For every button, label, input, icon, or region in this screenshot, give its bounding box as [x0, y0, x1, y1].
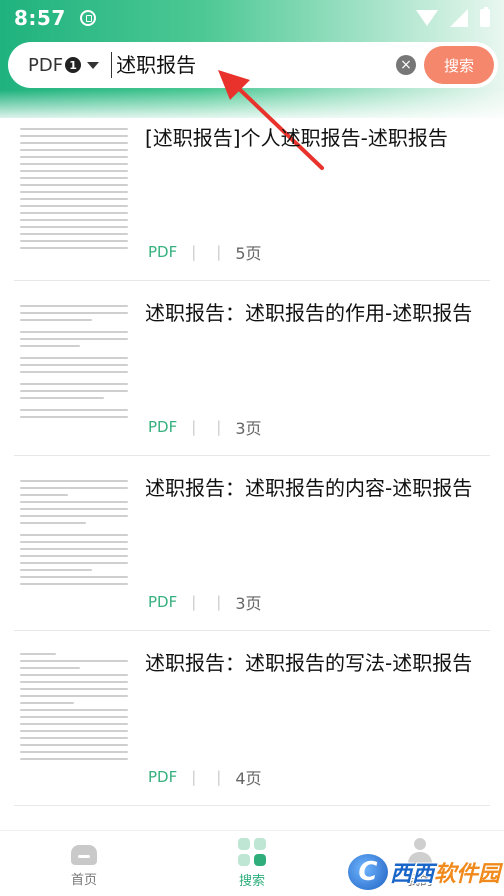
search-button[interactable]: 搜索	[424, 46, 494, 84]
home-icon	[69, 839, 99, 865]
file-type-badge: 1	[65, 57, 82, 73]
result-meta: PDF | | 3页	[148, 590, 262, 614]
clear-icon[interactable]: ×	[396, 55, 416, 75]
result-pages: 4页	[235, 769, 262, 788]
status-bar: 8:57	[0, 0, 504, 36]
result-meta: PDF | | 4页	[148, 765, 262, 789]
list-item[interactable]: 述职报告：述职报告的写法-述职报告 PDF | | 4页	[14, 631, 490, 806]
result-format: PDF	[148, 593, 178, 611]
result-format: PDF	[148, 768, 178, 786]
result-format: PDF	[148, 418, 178, 436]
grid-icon	[238, 838, 266, 866]
battery-icon	[480, 7, 490, 27]
document-thumbnail	[14, 120, 134, 262]
result-title: 述职报告：述职报告的写法-述职报告	[145, 651, 473, 675]
vpn-icon	[79, 10, 96, 26]
result-title: [述职报告]个人述职报告-述职报告	[145, 126, 448, 150]
watermark-text-a: 西西	[389, 862, 434, 887]
signal-icon	[450, 9, 468, 27]
result-title: 述职报告：述职报告的作用-述职报告	[145, 301, 473, 325]
result-title: 述职报告：述职报告的内容-述职报告	[145, 476, 473, 500]
watermark-text-b: 软件园	[433, 862, 500, 887]
watermark: C 西西 软件园	[347, 854, 500, 890]
result-pages: 5页	[235, 244, 262, 263]
result-list: [述职报告]个人述职报告-述职报告 PDF | | 5页 述职报告：述职报告的作…	[0, 106, 504, 806]
chevron-down-icon	[87, 61, 100, 69]
status-right	[416, 7, 490, 27]
list-item[interactable]: [述职报告]个人述职报告-述职报告 PDF | | 5页	[14, 106, 490, 281]
document-thumbnail	[14, 295, 134, 437]
tab-search-label: 搜索	[238, 874, 265, 889]
list-item[interactable]: 述职报告：述职报告的内容-述职报告 PDF | | 3页	[14, 456, 490, 631]
result-meta: PDF | | 3页	[148, 415, 262, 439]
tab-search[interactable]: 搜索	[168, 831, 336, 896]
wifi-icon	[416, 10, 438, 26]
watermark-logo-icon: C	[347, 854, 388, 890]
status-time: 8:57	[14, 6, 66, 30]
list-item[interactable]: 述职报告：述职报告的作用-述职报告 PDF | | 3页	[14, 281, 490, 456]
tab-home-label: 首页	[70, 873, 97, 888]
document-thumbnail	[14, 470, 134, 612]
file-type-label: PDF	[28, 54, 64, 76]
result-pages: 3页	[235, 594, 262, 613]
search-input[interactable]	[111, 52, 396, 78]
result-format: PDF	[148, 243, 178, 261]
result-pages: 3页	[235, 419, 262, 438]
search-bar: PDF 1 × 搜索	[8, 42, 498, 88]
result-meta: PDF | | 5页	[148, 240, 262, 264]
document-thumbnail	[14, 645, 134, 787]
file-type-selector[interactable]: PDF 1	[28, 54, 100, 76]
tab-home[interactable]: 首页	[0, 831, 168, 896]
